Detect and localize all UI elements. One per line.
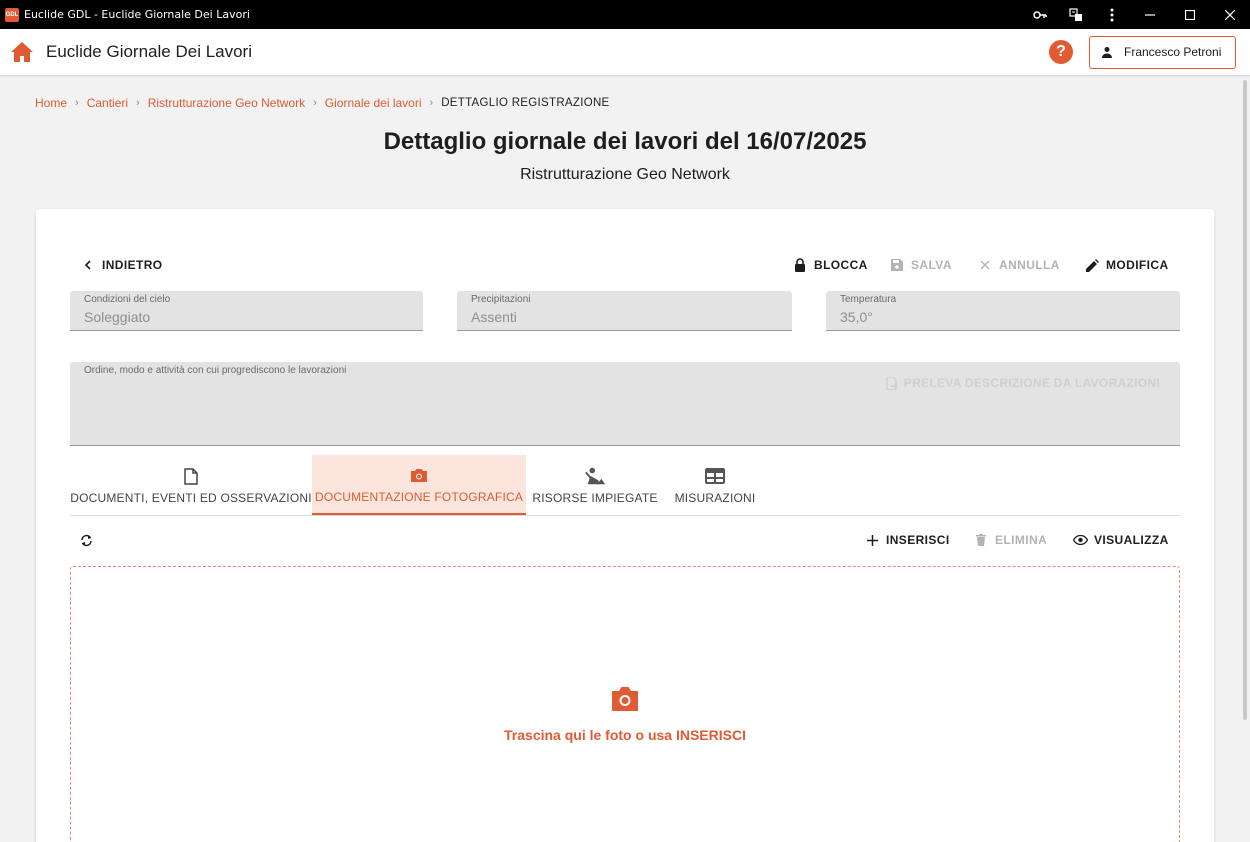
key-icon[interactable] [1022,0,1058,29]
insert-label: INSERISCI [886,533,950,547]
page-scrollbar[interactable] [1243,80,1247,720]
view-button[interactable]: VISUALIZZA [1072,532,1169,548]
window-titlebar: GDL Euclide GDL - Euclide Giornale Dei L… [0,0,1250,29]
work-description-field[interactable]: Ordine, modo e attività con cui progredi… [70,362,1180,446]
tab-photos[interactable]: DOCUMENTAZIONE FOTOGRAFICA [312,455,526,515]
plus-icon [864,532,880,548]
fetch-description-label: PRELEVA DESCRIZIONE DA LAVORAZIONI [903,376,1160,390]
tab-resources[interactable]: RISORSE IMPIEGATE [526,455,664,515]
help-icon[interactable]: ? [1049,40,1073,64]
edit-button[interactable]: MODIFICA [1084,257,1169,273]
temperature-value: 35,0° [840,309,873,325]
camera-icon [609,684,641,714]
tab-documents[interactable]: DOCUMENTI, EVENTI ED OSSERVAZIONI [70,455,312,515]
chevron-left-icon [80,257,96,273]
home-icon[interactable] [10,40,34,64]
save-button[interactable]: SALVA [889,257,952,273]
pencil-icon [1084,257,1100,273]
delete-label: ELIMINA [995,533,1048,547]
section-tabs: DOCUMENTI, EVENTI ED OSSERVAZIONI DOCUME… [70,455,1180,516]
table-icon [704,465,726,487]
translate-icon[interactable] [1058,0,1094,29]
app-logo-icon: GDL [5,7,19,22]
window-title: Euclide GDL - Euclide Giornale Dei Lavor… [24,8,250,21]
fetch-description-button[interactable]: PRELEVA DESCRIZIONE DA LAVORAZIONI [886,376,1160,390]
breadcrumb-project[interactable]: Ristrutturazione Geo Network [148,96,305,110]
page-title: Dettaglio giornale dei lavori del 16/07/… [383,128,867,155]
document-icon [180,465,202,487]
maximize-icon[interactable] [1170,0,1210,29]
back-button[interactable]: INDIETRO [80,257,163,273]
trash-icon [973,532,989,548]
close-icon[interactable] [1210,0,1250,29]
worker-icon [584,465,606,487]
tab-documents-label: DOCUMENTI, EVENTI ED OSSERVAZIONI [70,491,312,505]
sky-conditions-field[interactable]: Condizioni del cielo Soleggiato [70,291,423,331]
app-name: Euclide Giornale Dei Lavori [46,42,252,61]
page-subtitle: Ristrutturazione Geo Network [520,166,730,183]
more-vertical-icon[interactable] [1094,0,1130,29]
cancel-button[interactable]: ANNULLA [977,257,1060,273]
save-label: SALVA [911,258,952,272]
edit-label: MODIFICA [1106,258,1169,272]
precipitation-field[interactable]: Precipitazioni Assenti [457,291,792,331]
tab-photos-label: DOCUMENTAZIONE FOTOGRAFICA [314,490,524,504]
minimize-icon[interactable] [1130,0,1170,29]
user-icon [1100,45,1114,59]
detail-card: INDIETRO BLOCCA SALVA ANNULLA MODIFICA C… [36,209,1214,842]
photo-dropzone[interactable]: Trascina qui le foto o usa INSERISCI [70,566,1180,842]
back-label: INDIETRO [102,258,163,272]
breadcrumb-separator: › [313,97,317,109]
close-x-icon [977,257,993,273]
paste-document-icon [886,376,898,390]
refresh-icon [78,532,94,548]
user-button[interactable]: Francesco Petroni [1089,35,1236,69]
photos-toolbar: INSERISCI ELIMINA VISUALIZZA [36,532,1214,552]
breadcrumb-separator: › [429,97,434,109]
user-name: Francesco Petroni [1124,45,1222,59]
precipitation-label: Precipitazioni [471,294,531,305]
breadcrumb: Home › Cantieri › Ristrutturazione Geo N… [35,96,610,110]
save-icon [889,257,905,273]
app-header: Euclide Giornale Dei Lavori ? Francesco … [0,29,1250,76]
delete-button[interactable]: ELIMINA [973,532,1047,548]
refresh-button[interactable] [78,532,100,548]
breadcrumb-separator: › [136,97,140,109]
cancel-label: ANNULLA [999,258,1060,272]
lock-label: BLOCCA [814,258,868,272]
temperature-field[interactable]: Temperatura 35,0° [826,291,1180,331]
sky-conditions-label: Condizioni del cielo [84,294,171,305]
temperature-label: Temperatura [840,294,897,305]
lock-button[interactable]: BLOCCA [792,257,868,273]
tab-measurements[interactable]: MISURAZIONI [664,455,766,515]
sky-conditions-value: Soleggiato [84,309,151,325]
work-description-label: Ordine, modo e attività con cui progredi… [84,365,347,376]
view-label: VISUALIZZA [1094,533,1169,547]
camera-icon [408,464,430,486]
tab-resources-label: RISORSE IMPIEGATE [532,491,658,505]
breadcrumb-home[interactable]: Home [35,96,67,110]
breadcrumb-journal[interactable]: Giornale dei lavori [325,96,422,110]
breadcrumb-current: DETTAGLIO REGISTRAZIONE [441,97,610,109]
detail-toolbar: INDIETRO BLOCCA SALVA ANNULLA MODIFICA [36,257,1214,277]
breadcrumb-cantieri[interactable]: Cantieri [87,96,128,110]
dropzone-hint: Trascina qui le foto o usa INSERISCI [504,727,746,743]
tab-measurements-label: MISURAZIONI [674,491,756,505]
insert-button[interactable]: INSERISCI [864,532,950,548]
eye-icon [1072,532,1088,548]
lock-icon [792,257,808,273]
breadcrumb-separator: › [75,97,79,109]
precipitation-value: Assenti [471,309,517,325]
